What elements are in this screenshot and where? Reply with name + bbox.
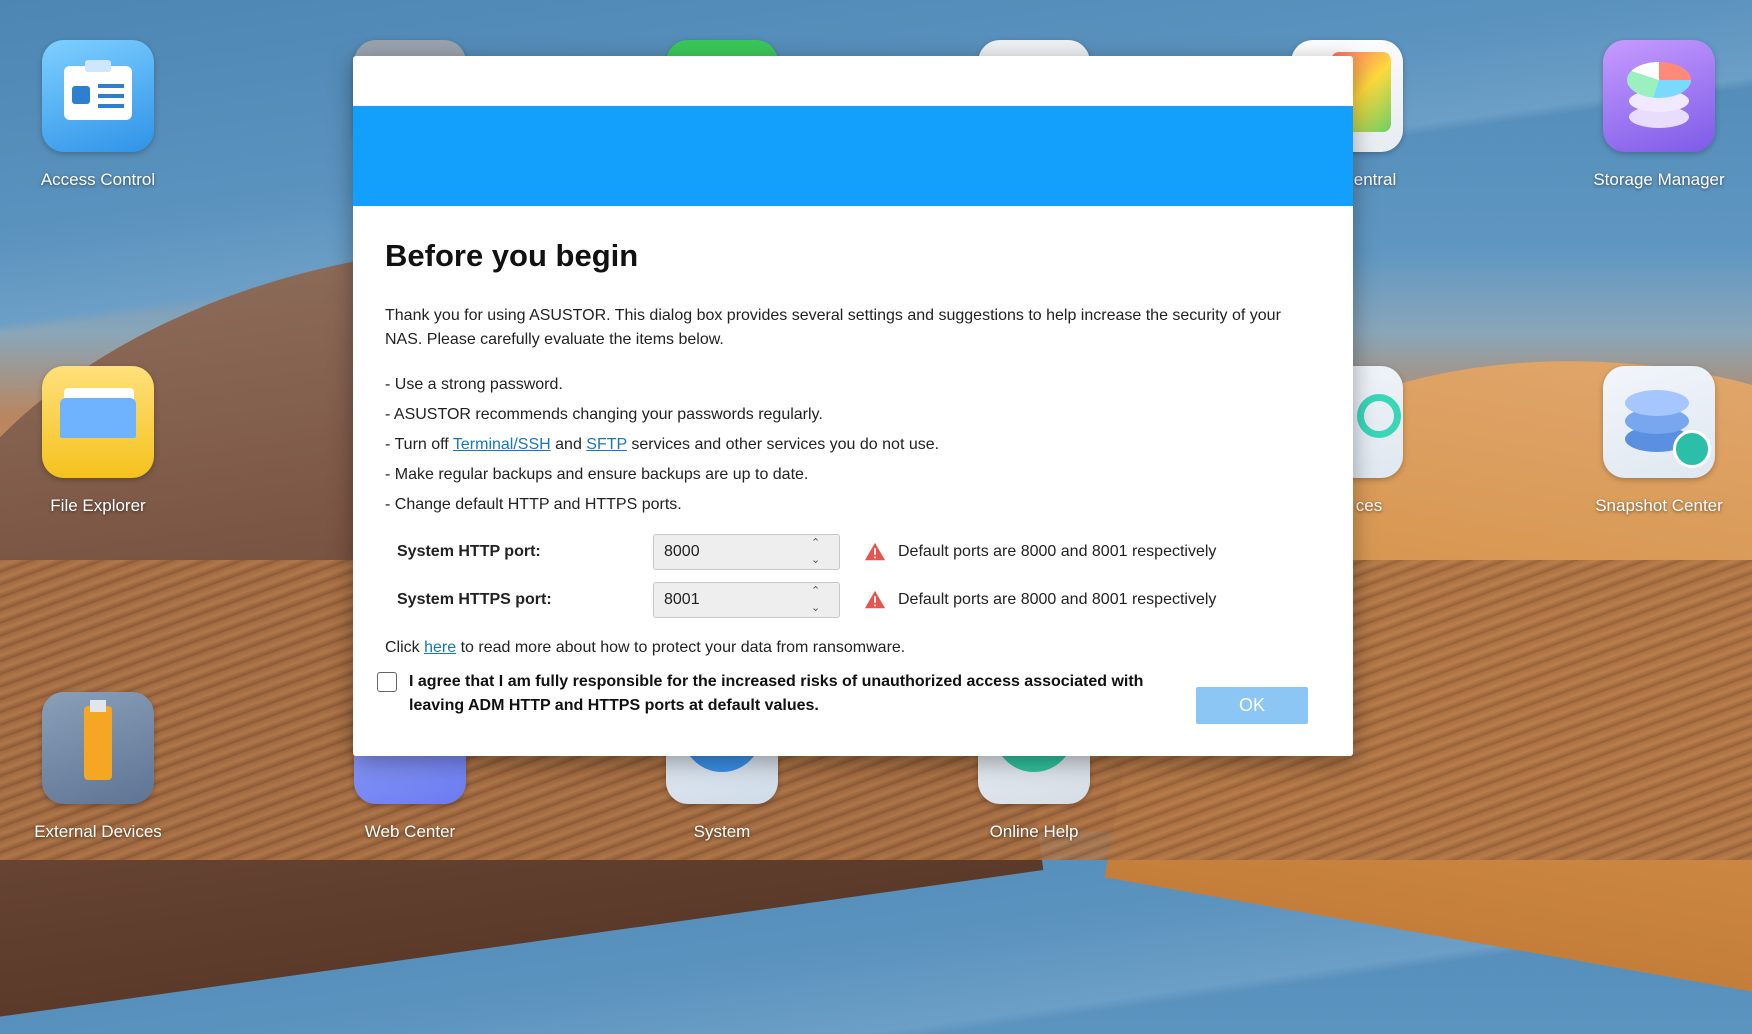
app-label: Storage Manager xyxy=(1593,170,1725,189)
snapshot-center-icon xyxy=(1603,366,1715,478)
dialog-title: Before you begin xyxy=(385,238,639,273)
tip-item: - Use a strong password. xyxy=(385,376,563,393)
external-devices-icon xyxy=(42,692,154,804)
chevron-down-icon[interactable]: ⌄ xyxy=(811,554,825,567)
intro-text: Thank you for using ASUSTOR. This dialog… xyxy=(385,307,1281,348)
http-port-stepper[interactable]: ⌃ ⌄ xyxy=(653,534,840,570)
security-tips-list: - Use a strong password. - ASUSTOR recom… xyxy=(385,370,1321,520)
sftp-link[interactable]: SFTP xyxy=(586,436,627,453)
dialog-content: Before you begin Thank you for using ASU… xyxy=(353,206,1353,660)
ransomware-here-link[interactable]: here xyxy=(424,639,456,656)
app-label: File Explorer xyxy=(50,496,146,515)
http-port-warning: Default ports are 8000 and 8001 respecti… xyxy=(898,543,1217,560)
app-external-devices[interactable]: External Devices xyxy=(13,692,183,842)
app-label: Snapshot Center xyxy=(1595,496,1723,515)
app-label: Web Center xyxy=(364,822,456,841)
file-explorer-icon xyxy=(42,366,154,478)
http-port-row: System HTTP port: ⌃ ⌄ Default ports are … xyxy=(385,528,1321,576)
security-dialog: Before you begin Thank you for using ASU… xyxy=(353,56,1353,756)
http-port-input[interactable] xyxy=(654,542,806,562)
ransom-text: to read more about how to protect your d… xyxy=(456,639,906,656)
https-port-row: System HTTPS port: ⌃ ⌄ Default ports are… xyxy=(385,576,1321,624)
terminal-ssh-link[interactable]: Terminal/SSH xyxy=(453,436,551,453)
tip-item: - Change default HTTP and HTTPS ports. xyxy=(385,496,682,513)
app-label: Access Control xyxy=(40,170,156,189)
chevron-up-icon[interactable]: ⌃ xyxy=(811,537,825,550)
agree-checkbox[interactable] xyxy=(377,672,397,692)
stepper-arrows: ⌃ ⌄ xyxy=(811,585,825,615)
chevron-down-icon[interactable]: ⌄ xyxy=(811,602,825,615)
https-port-input[interactable] xyxy=(654,590,806,610)
http-port-label: System HTTP port: xyxy=(397,543,541,560)
chevron-up-icon[interactable]: ⌃ xyxy=(811,585,825,598)
https-port-stepper[interactable]: ⌃ ⌄ xyxy=(653,582,840,618)
dialog-banner xyxy=(353,106,1353,206)
tip-text: services and other services you do not u… xyxy=(626,436,940,453)
warning-icon xyxy=(864,542,886,561)
dialog-titlebar xyxy=(353,56,1353,106)
ransom-text: Click xyxy=(385,639,425,656)
tip-item: - Turn off Terminal/SSH and SFTP service… xyxy=(385,430,1321,460)
stepper-arrows: ⌃ ⌄ xyxy=(811,537,825,567)
warning-icon xyxy=(864,590,886,609)
tip-item: - Make regular backups and ensure backup… xyxy=(385,466,809,483)
app-storage-manager[interactable]: Storage Manager xyxy=(1574,40,1744,190)
tip-item: - ASUSTOR recommends changing your passw… xyxy=(385,406,823,423)
ok-button[interactable]: OK xyxy=(1196,687,1308,724)
app-label: System xyxy=(693,822,751,841)
app-label: Online Help xyxy=(989,822,1079,841)
app-label: External Devices xyxy=(34,822,162,841)
app-file-explorer[interactable]: File Explorer xyxy=(13,366,183,516)
agree-label[interactable]: I agree that I am fully responsible for … xyxy=(409,670,1169,718)
https-port-label: System HTTPS port: xyxy=(397,591,552,608)
tip-text: and xyxy=(550,436,587,453)
app-snapshot-center[interactable]: Snapshot Center xyxy=(1574,366,1744,516)
https-port-warning: Default ports are 8000 and 8001 respecti… xyxy=(898,591,1217,608)
access-control-icon xyxy=(42,40,154,152)
tip-text: - Turn off xyxy=(385,436,453,453)
ransomware-note: Click here to read more about how to pro… xyxy=(385,636,1321,660)
storage-manager-icon xyxy=(1603,40,1715,152)
app-access-control[interactable]: Access Control xyxy=(13,40,183,190)
agree-row: I agree that I am fully responsible for … xyxy=(377,670,1169,718)
